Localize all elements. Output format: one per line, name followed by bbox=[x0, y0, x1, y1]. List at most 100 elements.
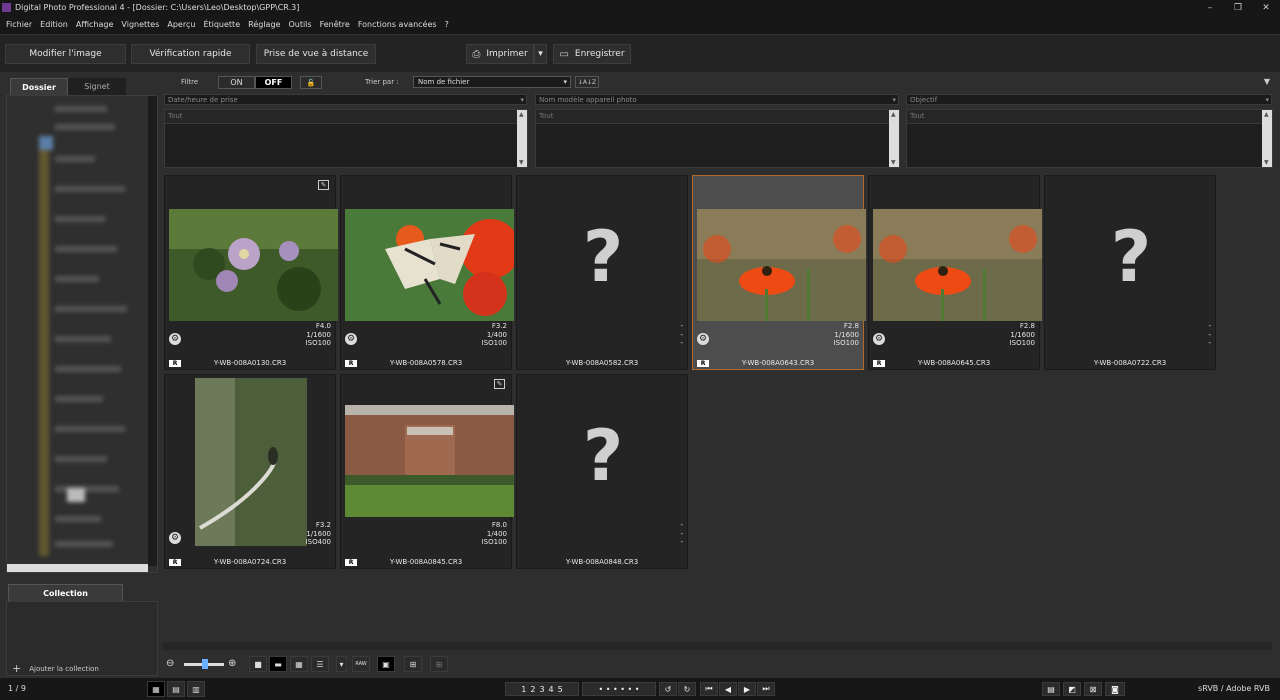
histogram-button[interactable]: ◩ bbox=[1063, 682, 1081, 696]
thumbnail[interactable]: ? --- Y-WB-008A0582.CR3 bbox=[516, 175, 688, 370]
thumbnail-selected[interactable]: F2.8 1/1600 ISO100 ⚙ R Y-WB-008A0643.CR3 bbox=[692, 175, 866, 370]
zoom-slider-handle[interactable] bbox=[202, 659, 208, 669]
save-button[interactable]: ▭ Enregistrer bbox=[553, 44, 631, 64]
menu-fenetre[interactable]: Fenêtre bbox=[316, 20, 354, 29]
filter-off-button[interactable]: OFF bbox=[255, 76, 292, 89]
rating-2-button[interactable]: 2 bbox=[530, 685, 535, 694]
rotate-right-button[interactable]: ↻ bbox=[678, 682, 696, 696]
thumbnail[interactable]: F3.2 1/400 ISO100 ⚙ R Y-WB-008A0578.CR3 bbox=[340, 175, 514, 370]
layout-filmstrip-button[interactable]: ▤ bbox=[167, 681, 185, 697]
collection-tab[interactable]: Collection bbox=[8, 584, 123, 601]
thumbnail[interactable]: ✎ F4.0 1/1600 ISO100 ⚙ R Y-WB-008A0130.CR3 bbox=[164, 175, 338, 370]
file-name: Y-WB-008A0130.CR3 bbox=[213, 359, 287, 367]
folder-tree[interactable] bbox=[6, 95, 158, 573]
filter-lock-button[interactable]: 🔓 bbox=[300, 76, 322, 89]
view-small-thumb-button[interactable]: ▦ bbox=[290, 656, 308, 672]
menu-reglage[interactable]: Réglage bbox=[244, 20, 284, 29]
filter-collapse-icon[interactable]: ▼ bbox=[1264, 77, 1270, 86]
minimize-button[interactable]: – bbox=[1196, 0, 1224, 15]
window-title: Digital Photo Professional 4 - [Dossier:… bbox=[15, 3, 300, 12]
save-label: Enregistrer bbox=[574, 49, 625, 59]
list-item[interactable]: Tout bbox=[165, 110, 517, 124]
unknown-image-icon: ? bbox=[582, 415, 624, 497]
scrollbar[interactable]: ▲ ▼ bbox=[517, 110, 527, 167]
scroll-up-icon: ▲ bbox=[891, 111, 896, 118]
thumbnail[interactable]: ? --- Y-WB-008A0722.CR3 bbox=[1044, 175, 1216, 370]
layout-columns-button[interactable]: ▥ bbox=[187, 681, 205, 697]
grid-view-button[interactable]: ⊞ bbox=[404, 656, 422, 672]
rotate-left-button[interactable]: ↺ bbox=[659, 682, 677, 696]
menu-etiquette[interactable]: Étiquette bbox=[199, 20, 244, 29]
zoom-out-icon[interactable]: ⊖ bbox=[166, 658, 174, 669]
filter-date-list[interactable]: Tout ▲ ▼ bbox=[164, 109, 528, 168]
edit-icon[interactable]: ✎ bbox=[318, 180, 329, 190]
view-list-button[interactable]: ☰ bbox=[311, 656, 329, 672]
rating-5-button[interactable]: 5 bbox=[558, 685, 563, 694]
scrollbar[interactable]: ▲ ▼ bbox=[889, 110, 899, 167]
thumbnail-grid: ✎ F4.0 1/1600 ISO100 ⚙ R Y-WB-008A0130.CR3… bbox=[162, 173, 1272, 643]
filter-on-button[interactable]: ON bbox=[218, 76, 255, 89]
raw-button[interactable]: RAW bbox=[352, 656, 370, 672]
edit-image-button[interactable]: Modifier l'image bbox=[5, 44, 126, 64]
menu-fonctions-avancees[interactable]: Fonctions avancées bbox=[354, 20, 441, 29]
grid-hscroll[interactable] bbox=[162, 642, 1272, 650]
filter-lens-label: Objectif bbox=[910, 96, 938, 104]
tool-palette-button[interactable]: ⊠ bbox=[1084, 682, 1102, 696]
restore-button[interactable]: ❐ bbox=[1224, 0, 1252, 15]
camera-button[interactable]: ◙ bbox=[1105, 682, 1125, 696]
info-panel-button[interactable]: ▤ bbox=[1042, 682, 1060, 696]
filter-lens-select[interactable]: Objectif ▾ bbox=[906, 94, 1272, 105]
folder-vscroll[interactable] bbox=[148, 96, 157, 566]
menu-help[interactable]: ? bbox=[441, 20, 453, 29]
last-image-button[interactable]: ⏭ bbox=[757, 682, 775, 696]
sort-select[interactable]: Nom de fichier ▾ bbox=[413, 76, 571, 88]
list-item[interactable]: Tout bbox=[536, 110, 889, 124]
filter-date-select[interactable]: Date/heure de prise ▾ bbox=[164, 94, 527, 105]
tab-signet[interactable]: Signet bbox=[68, 78, 126, 95]
menu-edition[interactable]: Edition bbox=[36, 20, 72, 29]
add-collection-button[interactable]: + Ajouter la collection bbox=[12, 662, 99, 675]
frame-view-button[interactable]: ▣ bbox=[377, 656, 395, 672]
prev-image-button[interactable]: ◀ bbox=[719, 682, 737, 696]
thumbnail[interactable]: F2.8 1/1600 ISO100 ⚙ R Y-WB-008A0645.CR3 bbox=[868, 175, 1042, 370]
label-dots[interactable]: • • • • • • bbox=[582, 682, 656, 696]
quick-check-button[interactable]: Vérification rapide bbox=[131, 44, 250, 64]
filmstrip-icon: ▤ bbox=[172, 684, 180, 694]
menu-fichier[interactable]: Fichier bbox=[2, 20, 36, 29]
aperture: - bbox=[680, 322, 683, 330]
view-large-thumb-button[interactable]: ■ bbox=[249, 656, 267, 672]
layout-grid-button[interactable]: ▦ bbox=[147, 681, 165, 697]
compare-view-button[interactable]: ⊞ bbox=[430, 656, 448, 672]
menu-outils[interactable]: Outils bbox=[284, 20, 315, 29]
view-dropdown[interactable]: ▾ bbox=[336, 656, 347, 672]
menu-vignettes[interactable]: Vignettes bbox=[117, 20, 163, 29]
folder-hscroll[interactable] bbox=[7, 564, 148, 572]
tool-icon: ⊠ bbox=[1089, 684, 1097, 694]
menu-apercu[interactable]: Aperçu bbox=[163, 20, 199, 29]
next-image-button[interactable]: ▶ bbox=[738, 682, 756, 696]
print-dropdown-button[interactable]: ▾ bbox=[534, 44, 547, 64]
rating-4-button[interactable]: 4 bbox=[549, 685, 554, 694]
view-medium-thumb-button[interactable]: ▬ bbox=[269, 656, 287, 672]
tab-dossier[interactable]: Dossier bbox=[10, 78, 68, 95]
edit-icon[interactable]: ✎ bbox=[494, 379, 505, 389]
filter-camera-select[interactable]: Nom modèle appareil photo ▾ bbox=[535, 94, 899, 105]
remote-shooting-button[interactable]: Prise de vue à distance bbox=[256, 44, 376, 64]
filter-lens-list[interactable]: Tout ▲ ▼ bbox=[906, 109, 1273, 168]
scrollbar[interactable]: ▲ ▼ bbox=[1262, 110, 1272, 167]
thumbnail[interactable]: F3.2 1/1600 ISO400 ⚙ R Y-WB-008A0724.CR3 bbox=[164, 374, 336, 569]
grid-icon: ▦ bbox=[152, 684, 160, 694]
filter-camera-list[interactable]: Tout ▲ ▼ bbox=[535, 109, 900, 168]
exif-info: F2.8 1/1600 ISO100 bbox=[834, 322, 859, 348]
list-item[interactable]: Tout bbox=[907, 110, 1262, 124]
thumbnail[interactable]: ✎ F8.0 1/400 ISO100 R Y-WB-008A0845.CR3 bbox=[340, 374, 514, 569]
thumbnail[interactable]: ? --- Y-WB-008A0848.CR3 bbox=[516, 374, 688, 569]
close-button[interactable]: ✕ bbox=[1252, 0, 1280, 15]
print-button[interactable]: ⎙ Imprimer bbox=[466, 44, 534, 64]
rating-1-button[interactable]: 1 bbox=[521, 685, 526, 694]
zoom-in-icon[interactable]: ⊕ bbox=[228, 658, 236, 669]
sort-order-button[interactable]: ↓A↓Z bbox=[575, 76, 599, 88]
first-image-button[interactable]: ⏮ bbox=[700, 682, 718, 696]
rating-3-button[interactable]: 3 bbox=[539, 685, 544, 694]
menu-affichage[interactable]: Affichage bbox=[72, 20, 118, 29]
